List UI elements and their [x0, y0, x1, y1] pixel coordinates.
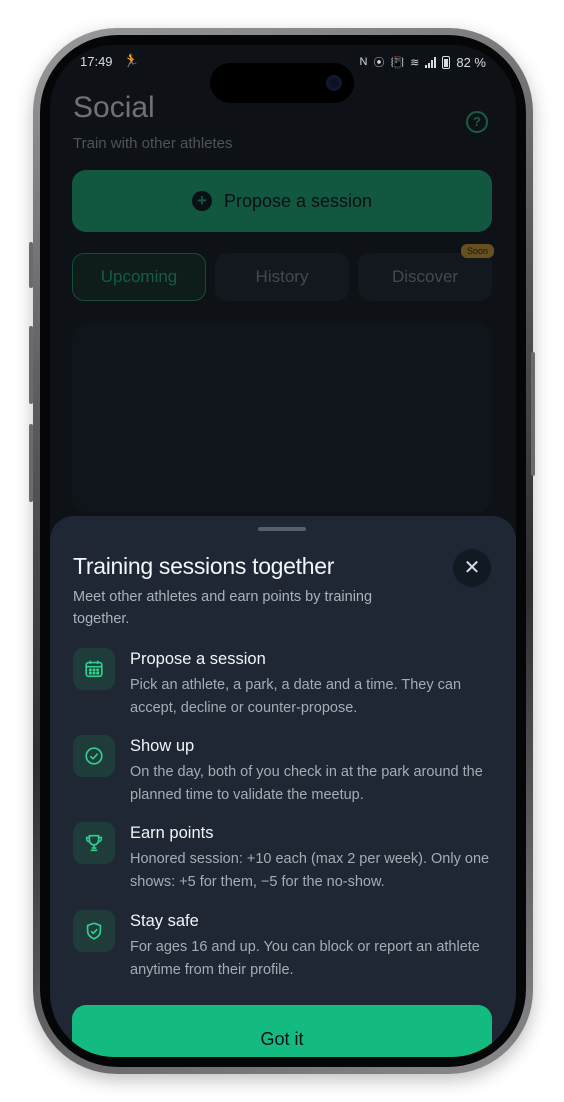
power-button [531, 352, 535, 476]
got-it-button[interactable]: Got it [72, 1005, 492, 1057]
check-circle-icon [73, 735, 115, 777]
sheet-subtitle: Meet other athletes and earn points by t… [73, 589, 373, 627]
info-item-title: Propose a session [130, 650, 266, 668]
session-tabs: Upcoming History Discover Soon [72, 244, 495, 301]
tab-upcoming[interactable]: Upcoming [72, 253, 206, 301]
propose-session-button[interactable]: + Propose a session [72, 170, 492, 232]
tab-history[interactable]: History [215, 253, 349, 301]
propose-session-label: Propose a session [223, 190, 373, 211]
info-item-title: Stay safe [130, 912, 199, 930]
info-bottom-sheet: Training sessions together Meet other at… [50, 516, 516, 1057]
close-button[interactable]: ✕ [453, 549, 491, 587]
sheet-title: Training sessions together [73, 553, 335, 579]
tab-discover[interactable]: Discover [358, 253, 492, 301]
phone-screen: 17:49 🏃 N ⦿ 📳 ≋ 82 % Social Train with o… [50, 45, 516, 1057]
page-title: Social [73, 91, 155, 124]
trophy-icon [73, 822, 115, 864]
calendar-icon [73, 648, 115, 690]
shield-check-icon [73, 910, 115, 952]
soon-badge: Soon [461, 244, 495, 258]
sheet-drag-handle[interactable] [258, 527, 306, 531]
info-item-title: Show up [130, 737, 195, 755]
info-item-title: Earn points [130, 824, 214, 842]
volume-up-button [29, 326, 33, 404]
sessions-panel [72, 323, 492, 513]
close-icon: ✕ [463, 557, 481, 579]
help-icon[interactable]: ? [466, 111, 488, 133]
plus-circle-icon: + [191, 191, 212, 211]
volume-down-button [29, 424, 33, 502]
page-subtitle: Train with other athletes [73, 135, 233, 152]
info-item-description: For ages 16 and up. You can block or rep… [130, 939, 480, 978]
info-item-description: Pick an athlete, a park, a date and a ti… [130, 677, 462, 716]
info-item-description: On the day, both of you check in at the … [130, 764, 483, 803]
info-item-description: Honored session: +10 each (max 2 per wee… [130, 851, 490, 890]
action-button [29, 242, 33, 288]
